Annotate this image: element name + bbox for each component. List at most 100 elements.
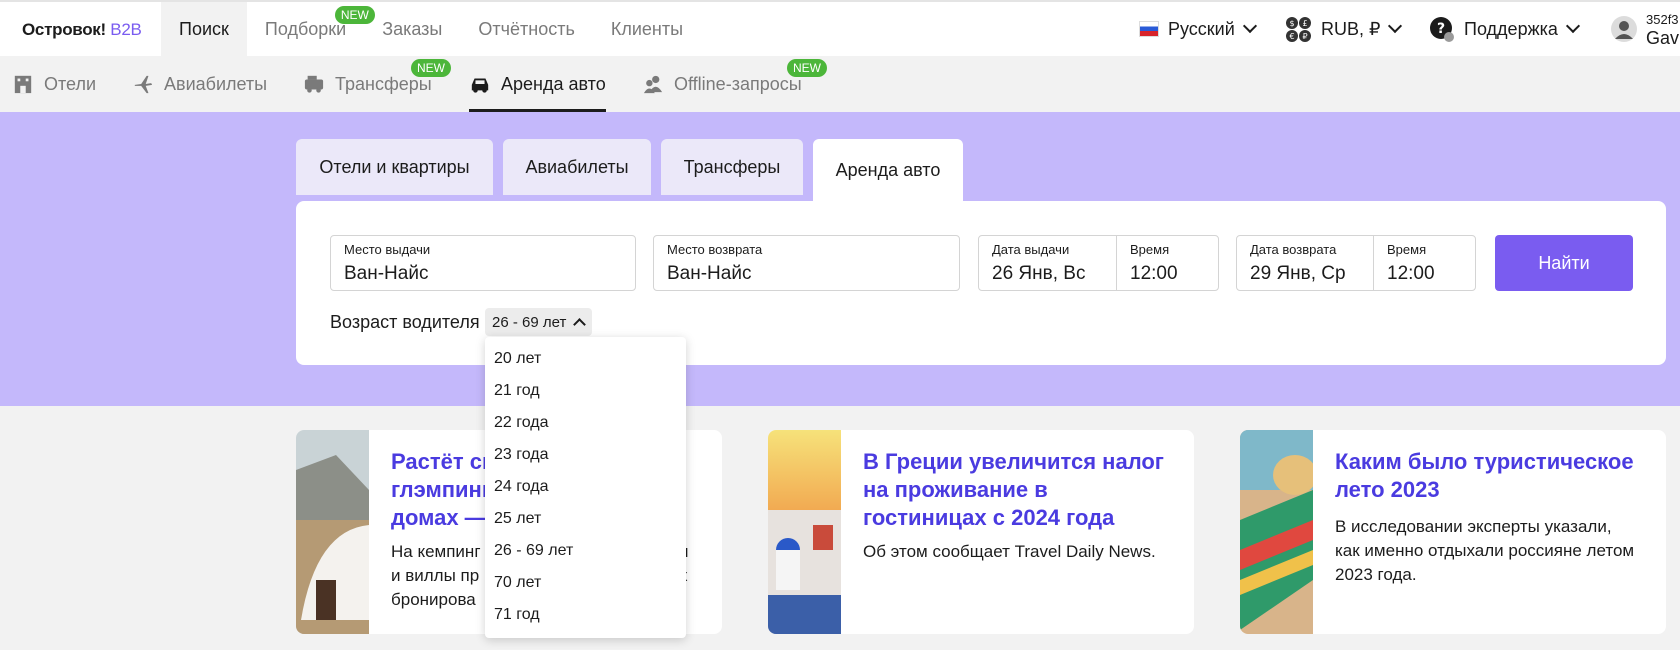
age-option[interactable]: 71 год: [494, 606, 540, 624]
news-image-dome: [296, 430, 369, 634]
logo-text: Островок!: [22, 20, 106, 39]
news-description: В исследовании эксперты указали, как име…: [1335, 517, 1635, 584]
tab-car-rental[interactable]: Аренда авто: [813, 139, 963, 201]
chevron-down-icon: [1242, 18, 1257, 34]
field-value: 29 Янв, Ср: [1250, 263, 1346, 284]
top-nav: Поиск Подборки NEW Заказы Отчётность Клие…: [161, 2, 701, 56]
top-nav-search[interactable]: Поиск: [161, 2, 247, 56]
age-option[interactable]: 25 лет: [494, 510, 541, 528]
svg-text:₽: ₽: [1302, 32, 1307, 41]
field-value: Ван-Найс: [667, 263, 752, 284]
user-menu[interactable]: 352f3 Gav: [1610, 2, 1679, 56]
hotel-icon: [14, 75, 32, 94]
car-icon: [471, 78, 489, 93]
return-date-field[interactable]: Дата возврата 29 Янв, Ср: [1237, 236, 1373, 290]
field-value: Ван-Найс: [344, 263, 429, 284]
driver-age-label: Возраст водителя: [330, 312, 480, 332]
sub-nav-hotels[interactable]: Отели: [12, 56, 96, 112]
top-nav-label: Поиск: [179, 18, 229, 39]
field-value: 12:00: [1387, 263, 1435, 284]
pickup-time-field[interactable]: Время 12:00: [1117, 236, 1218, 290]
svg-text:£: £: [1302, 19, 1307, 28]
avatar-icon: [1611, 16, 1637, 42]
driver-age-value: 26 - 69 лет: [492, 313, 567, 331]
top-nav-label: Заказы: [382, 18, 443, 39]
age-option[interactable]: 70 лет: [494, 574, 541, 592]
return-time-field[interactable]: Время 12:00: [1374, 236, 1475, 290]
top-nav-label: Клиенты: [610, 18, 684, 39]
tab-transfers[interactable]: Трансферы: [661, 139, 803, 195]
field-label: Дата выдачи: [992, 242, 1070, 257]
return-datetime-field: Дата возврата 29 Янв, Ср Время 12:00: [1236, 235, 1476, 291]
field-label: Дата возврата: [1250, 242, 1337, 257]
svg-text:€: €: [1289, 32, 1294, 41]
language-selector[interactable]: Русский: [1139, 2, 1257, 56]
field-value: 26 Янв, Вс: [992, 263, 1086, 284]
pickup-datetime-field: Дата выдачи 26 Янв, Вс Время 12:00: [978, 235, 1219, 291]
top-bar: Островок! B2B Поиск Подборки NEW Заказы О…: [0, 0, 1680, 56]
support-menu[interactable]: ? Поддержка: [1429, 2, 1580, 56]
driver-age-dropdown: 20 лет 21 год 22 года 23 года 24 года 25…: [485, 337, 686, 638]
pickup-location-field[interactable]: Место выдачи Ван-Найс: [330, 235, 636, 291]
support-icon: ?: [1430, 17, 1454, 42]
return-location-field[interactable]: Место возврата Ван-Найс: [653, 235, 960, 291]
bus-icon: [304, 75, 324, 93]
chevron-up-icon: [573, 318, 587, 331]
news-card-summer-2023[interactable]: Каким было туристическое лето 2023 В исс…: [1240, 430, 1666, 634]
russia-flag-icon: [1139, 21, 1159, 37]
sub-nav-car-rental[interactable]: Аренда авто: [469, 56, 606, 112]
age-option[interactable]: 24 года: [494, 478, 549, 496]
user-id: 352f3: [1646, 12, 1679, 27]
field-label: Время: [1130, 242, 1170, 257]
sub-nav-transfers[interactable]: Трансферы NEW: [303, 56, 451, 112]
support-label: Поддержка: [1464, 18, 1558, 39]
top-nav-reports[interactable]: Отчётность: [460, 2, 592, 56]
new-badge: NEW: [787, 59, 827, 77]
top-nav-label: Подборки: [264, 18, 347, 39]
language-label: Русский: [1168, 18, 1235, 39]
sub-nav-label: Авиабилеты: [164, 73, 268, 94]
sub-nav-flights[interactable]: Авиабилеты: [132, 56, 267, 112]
news-image-beach: [1240, 430, 1313, 634]
news-image-santorini: [768, 430, 841, 634]
logo[interactable]: Островок! B2B: [22, 20, 142, 40]
chevron-down-icon: [1388, 18, 1403, 34]
top-nav-orders[interactable]: Заказы: [364, 2, 460, 56]
field-label: Место выдачи: [344, 242, 431, 257]
logo-b2b: B2B: [110, 20, 142, 39]
news-title: Каким было туристическое лето 2023: [1335, 449, 1634, 502]
plane-icon: [134, 75, 153, 94]
top-nav-collections[interactable]: Подборки NEW: [247, 2, 375, 56]
currency-label: RUB, ₽: [1321, 18, 1381, 39]
driver-age-select[interactable]: 26 - 69 лет: [485, 308, 593, 336]
news-description: Об этом сообщает Travel Daily News.: [863, 542, 1156, 561]
sub-nav-offline-requests[interactable]: Offline-запросы NEW: [642, 56, 827, 112]
top-nav-clients[interactable]: Клиенты: [593, 2, 701, 56]
tab-flights[interactable]: Авиабилеты: [503, 139, 651, 195]
new-badge: NEW: [411, 59, 451, 77]
age-option[interactable]: 21 год: [494, 382, 540, 400]
age-option-selected[interactable]: 26 - 69 лет: [494, 542, 573, 560]
sub-nav: Отели Авиабилеты Трансферы NEW Аренда ав…: [0, 56, 1680, 112]
sub-nav-label: Аренда авто: [501, 73, 606, 94]
age-option[interactable]: 22 года: [494, 414, 549, 432]
find-button-label: Найти: [1538, 252, 1590, 273]
tab-label: Трансферы: [683, 156, 781, 177]
age-option[interactable]: 20 лет: [494, 350, 541, 368]
news-title: В Греции увеличится налог на проживание …: [863, 449, 1164, 530]
age-option[interactable]: 23 года: [494, 446, 549, 464]
tab-hotels-apartments[interactable]: Отели и квартиры: [296, 139, 493, 195]
pickup-date-field[interactable]: Дата выдачи 26 Янв, Вс: [979, 236, 1116, 290]
field-value: 12:00: [1130, 263, 1178, 284]
tab-label: Аренда авто: [835, 159, 941, 180]
find-button[interactable]: Найти: [1495, 235, 1633, 291]
user-name: Gav: [1646, 28, 1680, 48]
sub-nav-label: Отели: [44, 73, 97, 94]
currency-icon: $ £ € ₽: [1286, 16, 1311, 42]
users-icon: [643, 75, 663, 94]
news-card-greece-tax[interactable]: В Греции увеличится налог на проживание …: [768, 430, 1194, 634]
sub-nav-label: Offline-запросы: [674, 73, 802, 94]
svg-text:?: ?: [1437, 21, 1445, 37]
currency-selector[interactable]: $ £ € ₽ RUB, ₽: [1285, 2, 1403, 56]
field-label: Время: [1387, 242, 1427, 257]
